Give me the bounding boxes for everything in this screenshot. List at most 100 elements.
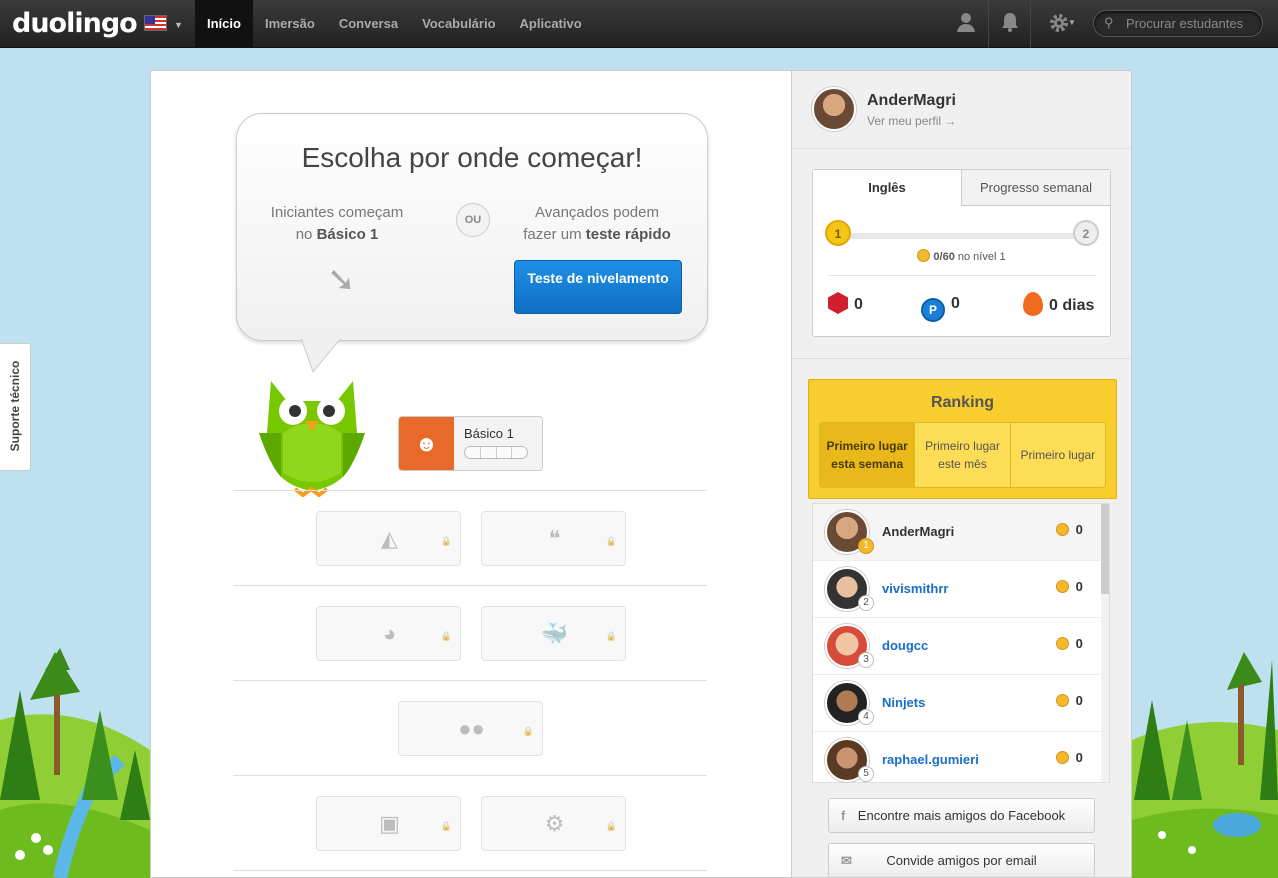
lock-icon: 🔒 bbox=[440, 536, 452, 546]
locked-skill[interactable]: ❝ 🔒 bbox=[481, 511, 626, 566]
xp-text: 0/60 no nível 1 bbox=[813, 249, 1110, 263]
ranking-panel: Ranking Primeiro lugar esta semana Prime… bbox=[808, 379, 1117, 499]
shapes-icon: ◭ bbox=[381, 526, 398, 551]
coin-icon bbox=[1056, 523, 1069, 536]
locked-skill[interactable]: ▣ 🔒 bbox=[316, 796, 461, 851]
divider bbox=[1030, 0, 1031, 48]
gear-icon[interactable]: ▼ bbox=[1040, 11, 1078, 37]
rank-number: 5 bbox=[858, 766, 874, 782]
locked-skill[interactable]: ◕ 🔒 bbox=[316, 606, 461, 661]
envelope-icon: ✉ bbox=[841, 853, 852, 868]
search-box[interactable]: ⚲ bbox=[1093, 10, 1263, 37]
flame-icon bbox=[1023, 292, 1043, 316]
ranking-title: Ranking bbox=[930, 394, 995, 411]
ranking-username[interactable]: AnderMagri bbox=[882, 524, 954, 539]
rank-number: 3 bbox=[858, 652, 874, 668]
coin-icon bbox=[917, 249, 931, 262]
main-content-panel: Escolha por onde começar! Iniciantes com… bbox=[150, 70, 792, 878]
ranking-scrollbar[interactable] bbox=[1101, 504, 1109, 782]
ranking-row[interactable]: 2 vivismithrr 0 bbox=[813, 561, 1101, 618]
start-choice-bubble: Escolha por onde começar! Iniciantes com… bbox=[236, 113, 708, 341]
ranking-points: 0 bbox=[1056, 522, 1083, 537]
progress-card: Inglês Progresso semanal 1 2 0/60 no nív… bbox=[812, 169, 1111, 337]
coin-icon bbox=[1056, 694, 1069, 707]
row-divider bbox=[233, 585, 707, 586]
profile-header: AnderMagri Ver meu perfil → bbox=[792, 71, 1131, 149]
ranking-row[interactable]: 1 AnderMagri 0 bbox=[813, 504, 1101, 561]
locked-skill[interactable]: ●● 🔒 bbox=[398, 701, 543, 756]
ranking-list: 1 AnderMagri 0 2 vivismithrr 0 3 dougcc … bbox=[812, 503, 1110, 789]
avatar[interactable] bbox=[812, 87, 856, 131]
bubble-tail bbox=[301, 338, 341, 374]
ranking-username[interactable]: raphael.gumieri bbox=[882, 752, 979, 767]
ranking-points: 0 bbox=[1056, 693, 1083, 708]
beginners-text: Iniciantes começam no Básico 1 bbox=[270, 204, 404, 243]
ranking-row[interactable]: 4 Ninjets 0 bbox=[813, 675, 1101, 732]
sidebar: AnderMagri Ver meu perfil → Inglês Progr… bbox=[791, 70, 1132, 878]
coin-icon bbox=[1056, 580, 1069, 593]
support-tab[interactable]: Suporte técnico bbox=[0, 343, 31, 471]
ranking-row[interactable]: 3 dougcc 0 bbox=[813, 618, 1101, 675]
level-badge-next: 2 bbox=[1073, 220, 1099, 246]
nav-conversa[interactable]: Conversa bbox=[327, 0, 410, 48]
lock-icon: 🔒 bbox=[522, 726, 534, 736]
skill-label: Básico 1 bbox=[464, 426, 514, 441]
rank-number: 2 bbox=[858, 595, 874, 611]
duolingo-logo[interactable]: duolingo bbox=[12, 8, 138, 39]
ranking-row[interactable]: 5 raphael.gumieri 0 bbox=[813, 732, 1101, 789]
locked-skill[interactable]: 🐳 🔒 bbox=[481, 606, 626, 661]
nav-inicio[interactable]: Início bbox=[195, 0, 253, 48]
gem-icon bbox=[828, 292, 848, 314]
tab-rank-all[interactable]: Primeiro lugar bbox=[1009, 423, 1105, 487]
ranking-points: 0 bbox=[1056, 636, 1083, 651]
landscape-illustration-left bbox=[0, 648, 150, 878]
lock-icon: 🔒 bbox=[605, 821, 617, 831]
tab-rank-week[interactable]: Primeiro lugar esta semana bbox=[820, 423, 915, 487]
balloons-icon: ●● bbox=[458, 716, 485, 741]
nav-aplicativo[interactable]: Aplicativo bbox=[508, 0, 594, 48]
ranking-username[interactable]: dougcc bbox=[882, 638, 928, 653]
us-flag-icon[interactable] bbox=[144, 15, 167, 31]
support-label: Suporte técnico bbox=[8, 360, 22, 452]
facebook-friends-button[interactable]: f Encontre mais amigos do Facebook bbox=[828, 798, 1095, 833]
ranking-points: 0 bbox=[1056, 579, 1083, 594]
advanced-text: Avançados podem fazer um teste rápido bbox=[523, 204, 671, 243]
search-input[interactable] bbox=[1126, 16, 1256, 31]
whale-icon: 🐳 bbox=[540, 621, 569, 646]
placement-test-button[interactable]: Teste de nivelamento bbox=[514, 260, 682, 314]
main-nav: Início Imersão Conversa Vocabulário Apli… bbox=[195, 0, 594, 48]
locked-skill[interactable]: ◭ 🔒 bbox=[316, 511, 461, 566]
ranking-username[interactable]: vivismithrr bbox=[882, 581, 948, 596]
points-stat: P0 bbox=[921, 292, 960, 322]
tab-rank-month[interactable]: Primeiro lugar este mês bbox=[914, 423, 1009, 487]
tab-weekly-progress[interactable]: Progresso semanal bbox=[961, 170, 1110, 206]
locked-skill[interactable]: ⚙ 🔒 bbox=[481, 796, 626, 851]
invite-email-button[interactable]: ✉ Convide amigos por email bbox=[828, 843, 1095, 878]
streak-stat: 0 dias bbox=[1023, 292, 1094, 318]
ranking-username[interactable]: Ninjets bbox=[882, 695, 925, 710]
row-divider bbox=[233, 490, 707, 491]
gear-icon: ⚙ bbox=[544, 811, 565, 836]
lock-icon: 🔒 bbox=[440, 821, 452, 831]
row-divider bbox=[233, 680, 707, 681]
coin-icon bbox=[1056, 637, 1069, 650]
lock-icon: 🔒 bbox=[605, 536, 617, 546]
level-progress-bar bbox=[835, 233, 1085, 239]
tab-ingles[interactable]: Inglês bbox=[813, 170, 961, 206]
bell-icon[interactable] bbox=[997, 11, 1023, 37]
points-p-icon: P bbox=[921, 298, 945, 322]
box-icon: ▣ bbox=[379, 811, 400, 836]
rank-number: 4 bbox=[858, 709, 874, 725]
skill-basics-1[interactable]: ☻ Básico 1 bbox=[398, 416, 543, 471]
arrow-down-right-icon: ➘ bbox=[327, 261, 356, 299]
chevron-down-icon[interactable]: ▼ bbox=[174, 20, 183, 30]
divider bbox=[988, 0, 989, 48]
chat-icon: ❝ bbox=[548, 526, 561, 551]
user-icon[interactable] bbox=[953, 11, 979, 37]
rank-number: 1 bbox=[858, 538, 874, 554]
profile-name[interactable]: AnderMagri bbox=[867, 92, 956, 110]
skill-masks-icon: ☻ bbox=[399, 417, 454, 470]
nav-imersao[interactable]: Imersão bbox=[253, 0, 327, 48]
view-profile-link[interactable]: Ver meu perfil → bbox=[867, 114, 956, 128]
nav-vocabulario[interactable]: Vocabulário bbox=[410, 0, 507, 48]
